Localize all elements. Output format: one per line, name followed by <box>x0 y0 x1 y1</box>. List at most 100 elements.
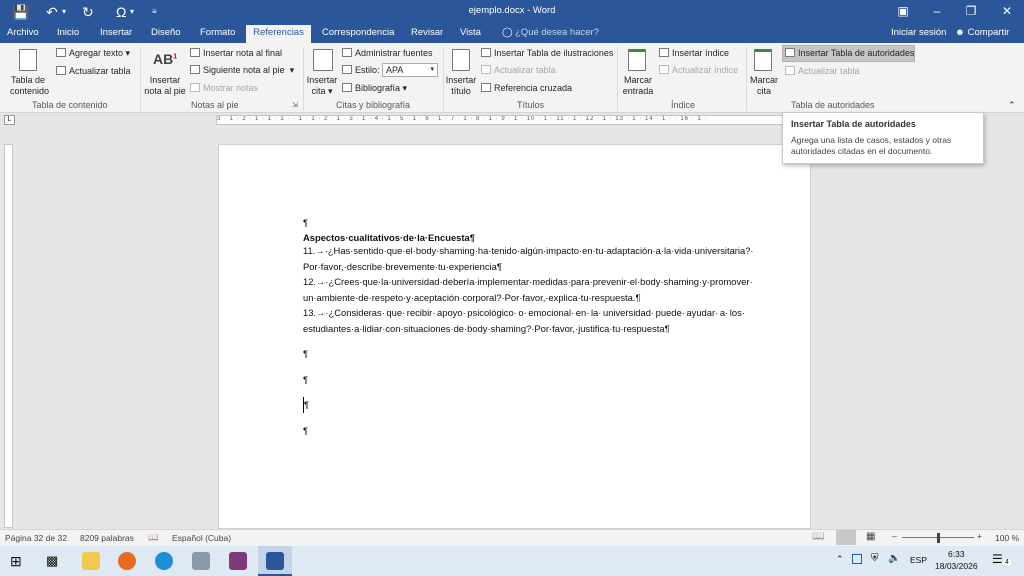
style-label: Estilo: <box>355 65 380 75</box>
group-label-authorities: Tabla de autoridades <box>791 100 875 110</box>
zoom-in-icon[interactable]: + <box>977 531 982 541</box>
show-notes-button[interactable]: Mostrar notas <box>190 83 258 93</box>
update-index-label: Actualizar índice <box>672 65 739 75</box>
web-layout-icon[interactable]: ▦ <box>866 531 875 542</box>
show-notes-icon <box>190 83 200 92</box>
proofing-icon[interactable]: 📖 <box>148 532 159 543</box>
input-language[interactable]: ESP <box>910 555 927 565</box>
update-toc-button[interactable]: Actualizar tabla <box>56 66 131 76</box>
tab-revisar[interactable]: Revisar <box>411 27 443 38</box>
question-11-line-2[interactable]: Por·favor,·describe·brevemente·tu·experi… <box>303 259 502 275</box>
notifications-icon[interactable]: ☰ <box>992 552 1003 566</box>
mark-citation-label-1: Marcar <box>749 75 778 85</box>
tab-selector-icon[interactable]: L <box>4 115 15 125</box>
zoom-level[interactable]: 100 % <box>995 533 1019 543</box>
chevron-down-icon: ▾ <box>430 66 434 73</box>
tab-vista[interactable]: Vista <box>460 27 481 38</box>
tab-referencias[interactable]: Referencias <box>246 25 311 43</box>
citation-style-select[interactable]: APA ▾ <box>382 63 438 77</box>
dialog-launcher-icon[interactable]: ⇲ <box>292 101 298 109</box>
tab-insertar[interactable]: Insertar <box>100 27 132 38</box>
paragraph-mark[interactable]: ¶ <box>303 372 308 388</box>
insert-index-label: Insertar índice <box>672 48 730 58</box>
update-figures-table-button[interactable]: Actualizar tabla <box>481 65 556 75</box>
paragraph-mark[interactable]: ¶ <box>303 346 308 362</box>
insert-index-button[interactable]: Insertar índice <box>659 48 729 58</box>
add-text-button[interactable]: Agregar texto ▾ <box>56 48 130 59</box>
bibliography-button[interactable]: Bibliografía ▾ <box>342 83 407 94</box>
insert-table-figures-button[interactable]: Insertar Tabla de ilustraciones <box>481 48 613 58</box>
minimize-icon[interactable]: – <box>922 2 952 20</box>
file-explorer-icon[interactable] <box>82 552 100 570</box>
tab-inicio[interactable]: Inicio <box>57 27 79 38</box>
toa-icon <box>785 48 795 57</box>
read-mode-icon[interactable]: 📖 <box>812 531 824 542</box>
question-12-line-2[interactable]: un·ambiente·de·respeto·y·aceptación·corp… <box>303 290 640 306</box>
print-layout-icon[interactable] <box>836 530 856 545</box>
firefox-icon[interactable] <box>118 552 136 570</box>
group-label-toc: Tabla de contenido <box>32 100 108 110</box>
insert-endnote-button[interactable]: Insertar nota al final <box>190 48 282 58</box>
close-icon[interactable]: ✕ <box>992 2 1022 20</box>
manage-sources-button[interactable]: Administrar fuentes <box>342 48 433 58</box>
ribbon-display-icon[interactable]: ▣ <box>888 2 918 20</box>
document-page[interactable]: ¶ Aspectos·cualitativos·de·la·Encuesta¶ … <box>218 144 811 529</box>
page-count[interactable]: Página 32 de 32 <box>5 533 67 543</box>
manage-sources-icon <box>342 48 352 57</box>
paragraph-mark[interactable]: ¶ <box>303 423 308 439</box>
question-11-line-1[interactable]: 11.→·¿Has·sentido·que·el·body·shaming·ha… <box>303 243 754 259</box>
citation-label-1: Insertar <box>306 75 338 85</box>
zoom-out-icon[interactable]: – <box>892 531 897 541</box>
security-icon[interactable]: ⛨ <box>871 553 879 564</box>
mark-entry-label-1: Marcar <box>623 75 652 85</box>
zoom-slider-thumb[interactable] <box>937 533 940 543</box>
question-13-line-2[interactable]: estudiantes·a·lidiar·con·situaciones·de·… <box>303 321 670 337</box>
question-12-line-1[interactable]: 12.→·¿Crees·que·la·universidad·debería·i… <box>303 274 753 290</box>
insert-citation-button[interactable]: Insertar cita ▾ <box>306 75 338 97</box>
tell-me-search[interactable]: ¿Qué desea hacer? <box>515 27 599 38</box>
caption-label-2: título <box>451 86 471 96</box>
footnote-ab-icon: AB1 <box>153 51 178 67</box>
mark-citation-button[interactable]: Marcar cita <box>748 75 780 97</box>
word-icon[interactable] <box>266 552 284 570</box>
question-13-line-1[interactable]: 13.→·¿Consideras· que· recibir· apoyo· p… <box>303 305 745 321</box>
update-index-button[interactable]: Actualizar índice <box>659 65 738 75</box>
insert-footnote-button[interactable]: Insertar nota al pie <box>143 75 187 97</box>
update-toa-button[interactable]: Actualizar tabla <box>785 66 860 76</box>
next-footnote-button[interactable]: Siguiente nota al pie ▾ <box>190 65 294 76</box>
vertical-ruler[interactable] <box>4 144 13 528</box>
show-hidden-icons[interactable]: ⌃ <box>836 554 844 565</box>
volume-icon[interactable]: 🔈 <box>888 553 900 564</box>
language-indicator[interactable]: Español (Cuba) <box>172 533 231 543</box>
group-label-captions: Títulos <box>517 100 545 110</box>
windows-start-icon[interactable]: ⊞ <box>10 553 22 570</box>
mark-entry-button[interactable]: Marcar entrada <box>621 75 655 97</box>
paragraph-mark[interactable]: ¶ <box>303 215 308 231</box>
horizontal-ruler[interactable]: 3 · 1 · 2 · 1 · 1 · 1 · · 1 · 1 · 2 · 1 … <box>216 115 810 125</box>
tab-archivo[interactable]: Archivo <box>7 27 39 38</box>
text-cursor-line[interactable]: ¶ <box>303 397 309 413</box>
restore-icon[interactable]: ❐ <box>956 2 986 20</box>
word-count[interactable]: 8209 palabras <box>80 533 134 543</box>
toc-button[interactable]: Tabla de contenido <box>10 75 49 97</box>
insert-caption-button[interactable]: Insertar título <box>445 75 477 97</box>
clock-date[interactable]: 18/03/2026 <box>935 561 978 571</box>
lightbulb-icon: ◯ <box>502 27 513 38</box>
collapse-ribbon-icon[interactable]: ⌃ <box>1008 100 1016 111</box>
insert-toa-content: Insertar Tabla de autoridades <box>785 48 914 58</box>
tab-correspondencia[interactable]: Correspondencia <box>322 27 394 38</box>
tray-app-icon[interactable] <box>852 554 862 564</box>
app-icon[interactable] <box>192 552 210 570</box>
cross-reference-button[interactable]: Referencia cruzada <box>481 83 572 93</box>
clock-time[interactable]: 6:33 <box>948 549 965 559</box>
onenote-icon[interactable] <box>229 552 247 570</box>
sign-in-link[interactable]: Iniciar sesión <box>891 27 946 38</box>
share-button[interactable]: ☻ Compartir <box>955 27 1009 38</box>
tab-diseno[interactable]: Diseño <box>151 27 181 38</box>
style-icon <box>342 65 352 74</box>
insert-caption-icon <box>452 49 470 71</box>
edge-icon[interactable] <box>155 552 173 570</box>
task-view-icon[interactable]: ▩ <box>46 553 58 569</box>
tab-formato[interactable]: Formato <box>200 27 235 38</box>
notification-count: 4 <box>1003 559 1011 566</box>
